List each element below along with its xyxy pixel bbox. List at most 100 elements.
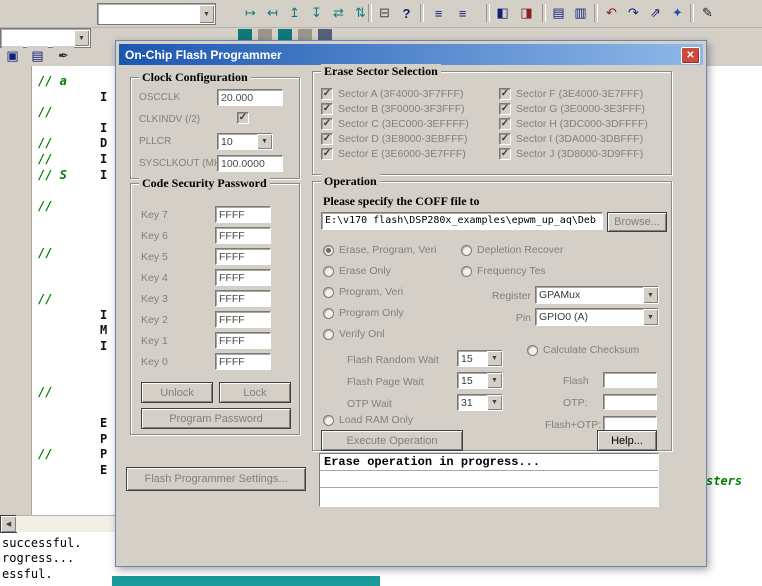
clkindv-checkbox[interactable]: ✓ [237,112,249,124]
partial-toolbar-icon[interactable] [298,29,312,40]
clock-configuration-group: Clock Configuration OSCCLK 20.000 CLKIND… [130,70,300,179]
bookmark-icon[interactable]: ✦ [667,3,688,23]
key4-field[interactable]: FFFF [215,269,271,286]
register-view-icon[interactable]: ▤ [548,3,569,23]
sector-i-checkbox[interactable]: ✓ [499,133,511,145]
split-right-icon[interactable]: ◨ [516,3,537,23]
close-button[interactable]: ✕ [681,47,700,64]
key3-field[interactable]: FFFF [215,290,271,307]
erase-sector-group: Erase Sector Selection ✓ Sector A (3F4000… [312,64,672,175]
partial-toolbar-icon[interactable] [258,29,272,40]
dialog-titlebar[interactable]: On-Chip Flash Programmer [119,44,703,65]
redo-arrow-icon[interactable]: ↷ [623,3,644,23]
chevron-down-icon[interactable]: ▼ [257,134,272,149]
pllcr-dropdown[interactable]: 10 ▼ [217,133,273,150]
otp-checksum-field[interactable] [603,394,657,410]
print-icon[interactable]: ⊟ [374,3,395,23]
oscclk-field[interactable]: 20.000 [217,89,283,106]
output-line: successful. [2,536,82,550]
code-fragment: // [38,246,53,260]
calculate-checksum-radio[interactable] [527,344,538,356]
load-ram-only-radio[interactable] [323,414,334,426]
verify-only-radio[interactable] [323,328,334,340]
jump-arrow-icon[interactable]: ⇗ [645,3,666,23]
program-only-radio[interactable] [323,307,334,319]
coff-path-field[interactable]: E:\v170 flash\DSP280x_examples\epwm_up_a… [321,212,603,230]
sector-b-checkbox[interactable]: ✓ [321,103,333,115]
chevron-down-icon[interactable]: ▼ [199,5,214,23]
sector-label: Sector A (3F4000-3F7FFF) [338,88,464,100]
chevron-down-icon[interactable]: ▼ [487,351,502,366]
frequency-test-radio[interactable] [461,265,472,277]
status-line [320,471,658,488]
sector-g-checkbox[interactable]: ✓ [499,103,511,115]
context-help-icon[interactable]: ? [396,3,417,23]
toolbar-separator [690,4,694,22]
chevron-down-icon[interactable]: ▼ [74,30,89,46]
chevron-down-icon[interactable]: ▼ [643,287,658,303]
sector-d-checkbox[interactable]: ✓ [321,133,333,145]
quill-pen-icon[interactable]: ✒ [53,46,74,66]
help-button[interactable]: Help... [597,430,657,451]
chevron-down-icon[interactable]: ▼ [487,373,502,388]
split-left-icon[interactable]: ◧ [492,3,513,23]
key6-field[interactable]: FFFF [215,227,271,244]
register-dropdown[interactable]: GPAMux ▼ [535,286,659,304]
document-icon[interactable]: ▤ [27,46,48,66]
erase-program-verify-radio[interactable] [323,244,334,256]
partial-toolbar-icon[interactable] [238,29,252,40]
chevron-down-icon[interactable]: ▼ [487,395,502,410]
stack-view-icon[interactable]: ▥ [570,3,591,23]
key7-field[interactable]: FFFF [215,206,271,223]
asm-step-over-icon[interactable]: ↤ [262,3,283,23]
key0-field[interactable]: FFFF [215,353,271,370]
sysclkout-field[interactable]: 100.0000 [217,155,283,172]
flash-checksum-field[interactable] [603,372,657,388]
docked-window-title-strip[interactable] [112,576,380,586]
flash-page-wait-dropdown[interactable]: 15 ▼ [457,372,503,389]
sector-f-checkbox[interactable]: ✓ [499,88,511,100]
key1-field[interactable]: FFFF [215,332,271,349]
sector-c-checkbox[interactable]: ✓ [321,118,333,130]
code-fragment: P [100,447,108,461]
sector-a-checkbox[interactable]: ✓ [321,88,333,100]
window-icon[interactable]: ▣ [2,46,23,66]
horizontal-scrollbar-track[interactable] [16,515,115,532]
asm-run-to-icon[interactable]: ↧ [306,3,327,23]
sector-e-checkbox[interactable]: ✓ [321,148,333,160]
pin-dropdown[interactable]: GPIO0 (A) ▼ [535,308,659,326]
partial-toolbar-icon[interactable] [278,29,292,40]
toolbar-combobox[interactable]: ▼ [97,3,216,25]
chevron-down-icon[interactable]: ▼ [643,309,658,325]
sector-h-checkbox[interactable]: ✓ [499,118,511,130]
unlock-label: Unlock [160,386,194,399]
undo-arrow-icon[interactable]: ↶ [601,3,622,23]
pllcr-value: 10 [221,136,233,148]
execute-operation-button[interactable]: Execute Operation [321,430,463,451]
flash-random-wait-dropdown[interactable]: 15 ▼ [457,350,503,367]
watch-list-icon[interactable]: ≡ [428,3,449,23]
depletion-recovery-radio[interactable] [461,244,472,256]
flash-programmer-settings-button[interactable]: Flash Programmer Settings... [126,467,306,491]
asm-step-out-icon[interactable]: ↥ [284,3,305,23]
asm-step-into-icon[interactable]: ↦ [240,3,261,23]
scroll-left-button[interactable]: ◀ [0,515,17,533]
secondary-combobox[interactable]: ▼ [0,28,91,48]
memory-list-icon[interactable]: ≡ [452,3,473,23]
key5-field[interactable]: FFFF [215,248,271,265]
lock-button[interactable]: Lock [219,382,291,403]
sector-j-checkbox[interactable]: ✓ [499,148,511,160]
program-verify-radio[interactable] [323,286,334,298]
otp-wait-dropdown[interactable]: 31 ▼ [457,394,503,411]
partial-toolbar-icon[interactable] [318,29,332,40]
swap-icon[interactable]: ⇄ [328,3,349,23]
code-fragment: // [38,199,53,213]
key2-field[interactable]: FFFF [215,311,271,328]
program-password-button[interactable]: Program Password [141,408,291,429]
edit-pen-icon[interactable]: ✎ [697,3,718,23]
erase-only-radio[interactable] [323,265,334,277]
browse-button[interactable]: Browse... [607,212,667,232]
unlock-button[interactable]: Unlock [141,382,213,403]
sector-label: Sector C (3EC000-3EFFFF) [338,118,469,130]
status-line [320,488,658,505]
